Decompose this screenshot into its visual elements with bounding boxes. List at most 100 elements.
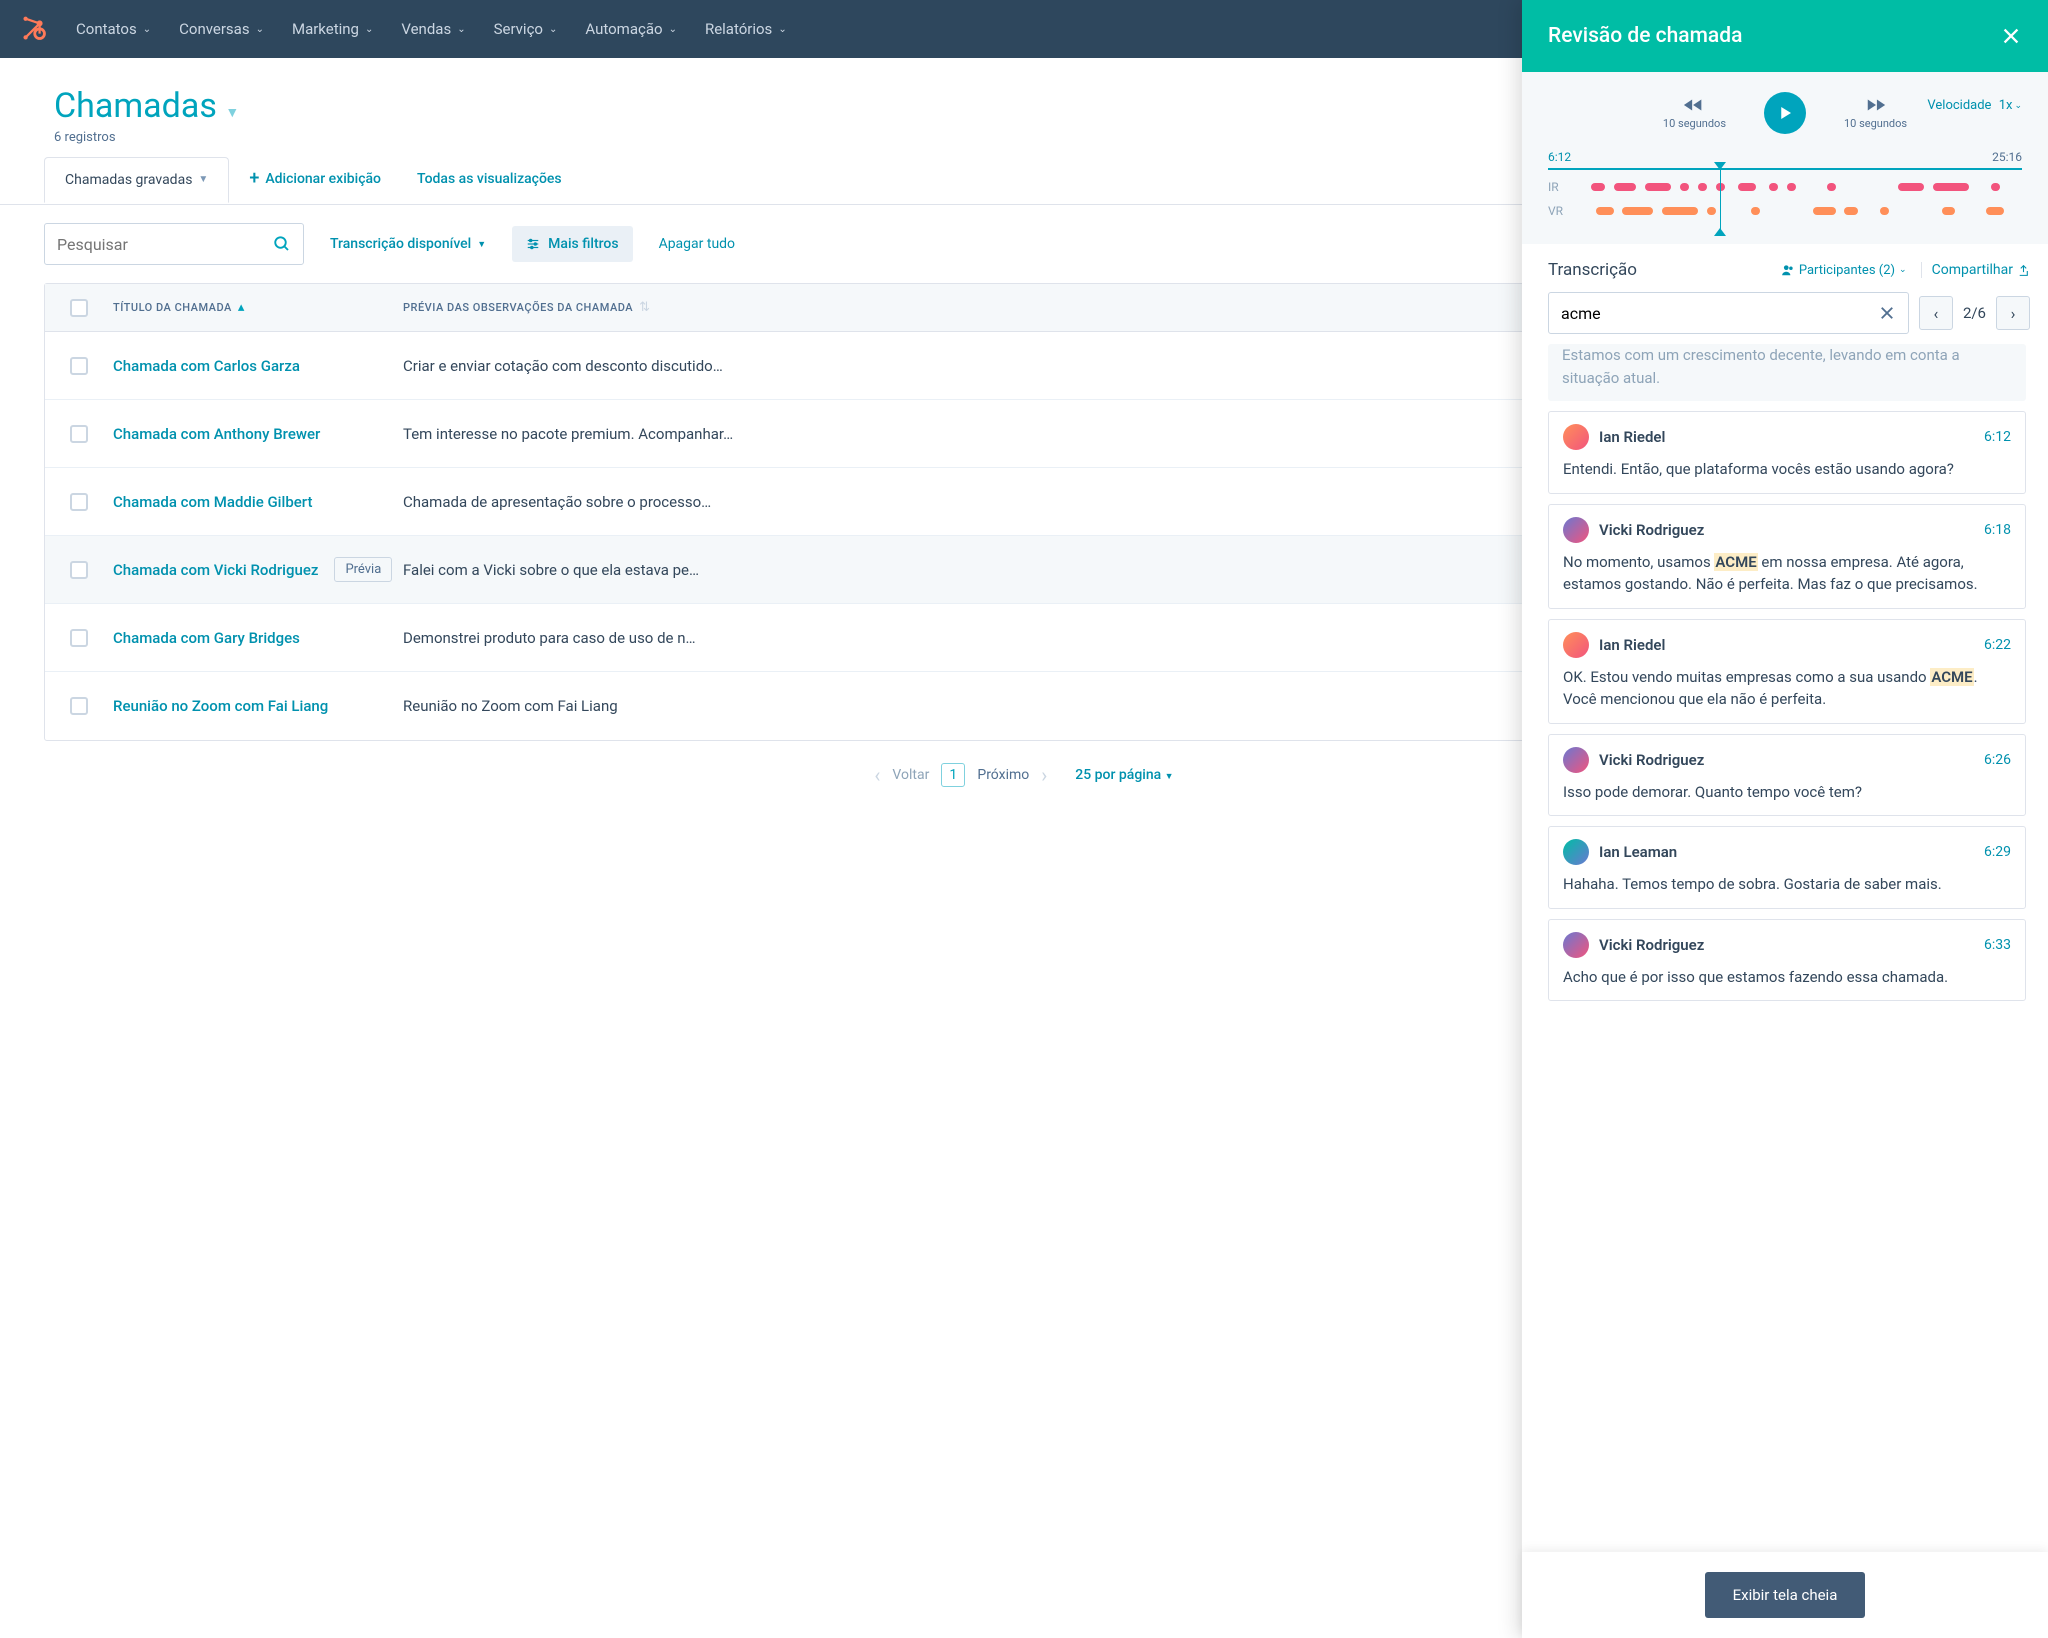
row-checkbox[interactable]	[70, 425, 88, 443]
audio-segment	[1622, 207, 1653, 215]
fullscreen-button[interactable]: Exibir tela cheia	[1705, 1572, 1866, 1618]
nav-item-4[interactable]: Serviço ⌄	[494, 20, 558, 38]
filter-transcription[interactable]: Transcrição disponível ▼	[330, 236, 486, 252]
people-icon	[1781, 263, 1795, 277]
close-icon[interactable]	[2000, 25, 2022, 47]
preview-badge[interactable]: Prévia	[334, 557, 392, 582]
audio-segment	[1751, 207, 1760, 215]
select-all-checkbox[interactable]	[70, 299, 88, 317]
nav-item-1[interactable]: Conversas ⌄	[179, 20, 264, 38]
avatar	[1563, 632, 1589, 658]
col-header-title[interactable]: TÍTULO DA CHAMADA ▴	[113, 300, 403, 315]
transcript-thread[interactable]: Estamos com um crescimento decente, leva…	[1548, 344, 2030, 1552]
search-field[interactable]	[57, 235, 273, 254]
page-title[interactable]: Chamadas ▼	[54, 86, 239, 126]
chevron-down-icon: ⌄	[256, 24, 264, 35]
search-highlight: ACME	[1714, 553, 1757, 571]
transcript-entry[interactable]: Vicki Rodriguez6:26Isso pode demorar. Qu…	[1548, 734, 2026, 817]
row-checkbox[interactable]	[70, 357, 88, 375]
call-title-link[interactable]: Reunião no Zoom com Fai Liang	[113, 697, 328, 715]
speaker-name: Vicki Rodriguez	[1599, 936, 1704, 954]
audio-segment	[1662, 207, 1698, 215]
audio-segment	[1986, 207, 2004, 215]
speaker-name: Ian Riedel	[1599, 428, 1665, 446]
time-current: 6:12	[1548, 150, 1571, 164]
panel-footer: Exibir tela cheia	[1522, 1552, 2048, 1638]
avatar	[1563, 839, 1589, 865]
search-input[interactable]	[44, 223, 304, 265]
avatar	[1563, 932, 1589, 958]
speaker-name: Vicki Rodriguez	[1599, 521, 1704, 539]
timestamp[interactable]: 6:22	[1984, 637, 2011, 653]
call-title-link[interactable]: Chamada com Carlos Garza	[113, 357, 300, 375]
add-view-button[interactable]: + Adicionar exibição	[249, 170, 381, 188]
row-checkbox[interactable]	[70, 493, 88, 511]
per-page-select[interactable]: 25 por página ▼	[1075, 767, 1173, 783]
call-title-link[interactable]: Chamada com Anthony Brewer	[113, 425, 320, 443]
timeline[interactable]: 6:12 25:16 IR VR	[1548, 150, 2022, 218]
call-title-link[interactable]: Chamada com Maddie Gilbert	[113, 493, 312, 511]
transcript-entry[interactable]: Ian Leaman6:29Hahaha. Temos tempo de sob…	[1548, 826, 2026, 909]
nav-item-6[interactable]: Relatórios ⌄	[705, 20, 787, 38]
audio-segment	[1813, 207, 1835, 215]
timestamp[interactable]: 6:18	[1984, 522, 2011, 538]
pagination-next[interactable]: Próximo	[977, 767, 1029, 783]
avatar	[1563, 424, 1589, 450]
transcript-search[interactable]	[1548, 292, 1909, 334]
all-views-link[interactable]: Todas as visualizações	[417, 171, 562, 187]
pagination-current[interactable]: 1	[941, 763, 965, 787]
speaker-name: Vicki Rodriguez	[1599, 751, 1704, 769]
chevron-left-icon[interactable]: ‹	[874, 763, 880, 787]
forward-button[interactable]: 10 segundos	[1844, 97, 1907, 130]
chevron-down-icon: ⌄	[669, 24, 677, 35]
nav-item-0[interactable]: Contatos ⌄	[76, 20, 151, 38]
row-checkbox[interactable]	[70, 561, 88, 579]
chevron-down-icon: ⌄	[778, 24, 786, 35]
time-total: 25:16	[1992, 150, 2022, 164]
more-filters-button[interactable]: Mais filtros	[512, 226, 632, 262]
chevron-right-icon[interactable]: ›	[1041, 763, 1047, 787]
transcript-search-input[interactable]	[1561, 304, 1878, 323]
panel-title: Revisão de chamada	[1548, 24, 1742, 48]
avatar	[1563, 517, 1589, 543]
rewind-button[interactable]: 10 segundos	[1663, 97, 1726, 130]
share-icon	[2017, 264, 2030, 277]
play-button[interactable]	[1764, 92, 1806, 134]
nav-item-3[interactable]: Vendas ⌄	[401, 20, 465, 38]
chevron-down-icon: ⌄	[457, 24, 465, 35]
playhead[interactable]	[1720, 164, 1721, 234]
clear-icon[interactable]	[1878, 304, 1896, 322]
forward-icon	[1865, 97, 1887, 113]
nav-item-5[interactable]: Automação ⌄	[585, 20, 677, 38]
prev-result-button[interactable]: ‹	[1919, 296, 1953, 330]
share-button[interactable]: Compartilhar	[1921, 262, 2030, 278]
pagination-back[interactable]: Voltar	[892, 767, 929, 783]
audio-player: 10 segundos 10 segundos Velocidade 1x⌄ 6…	[1522, 72, 2048, 244]
timestamp[interactable]: 6:29	[1984, 844, 2011, 860]
row-checkbox[interactable]	[70, 697, 88, 715]
call-title-link[interactable]: Chamada com Vicki Rodriguez	[113, 561, 318, 579]
next-result-button[interactable]: ›	[1996, 296, 2030, 330]
transcript-entry[interactable]: Vicki Rodriguez6:33Acho que é por isso q…	[1548, 919, 2026, 1002]
speed-control[interactable]: Velocidade 1x⌄	[1927, 98, 2022, 113]
timestamp[interactable]: 6:26	[1984, 752, 2011, 768]
audio-segment	[1880, 207, 1889, 215]
search-highlight: ACME	[1930, 668, 1973, 686]
call-title-link[interactable]: Chamada com Gary Bridges	[113, 629, 300, 647]
participants-dropdown[interactable]: Participantes (2) ⌄	[1781, 263, 1907, 278]
transcript-entry[interactable]: Ian Riedel6:12Entendi. Então, que plataf…	[1548, 411, 2026, 494]
tab-recorded-calls[interactable]: Chamadas gravadas ▼	[44, 157, 229, 203]
timestamp[interactable]: 6:12	[1984, 429, 2011, 445]
call-notes: Reunião no Zoom com Fai Liang	[403, 697, 618, 715]
row-checkbox[interactable]	[70, 629, 88, 647]
audio-segment	[1707, 207, 1716, 215]
clear-filters-link[interactable]: Apagar tudo	[659, 236, 735, 252]
transcript-entry[interactable]: Ian Riedel6:22OK. Estou vendo muitas emp…	[1548, 619, 2026, 724]
audio-segment	[1787, 183, 1796, 191]
sliders-icon	[526, 237, 540, 251]
timestamp[interactable]: 6:33	[1984, 937, 2011, 953]
transcript-entry[interactable]: Vicki Rodriguez6:18No momento, usamos AC…	[1548, 504, 2026, 609]
result-count: 2/6	[1953, 304, 1996, 322]
nav-item-2[interactable]: Marketing ⌄	[292, 20, 373, 38]
call-notes: Tem interesse no pacote premium. Acompan…	[403, 425, 733, 443]
